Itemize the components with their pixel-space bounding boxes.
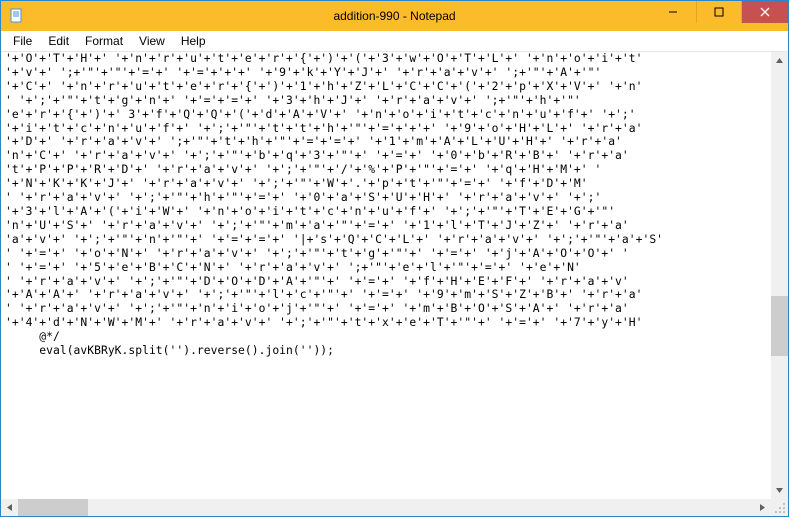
notepad-window: addition-990 - Notepad File Edit Format … <box>0 0 789 517</box>
scroll-left-button[interactable] <box>1 499 18 516</box>
resize-corner[interactable] <box>771 499 788 516</box>
title-bar[interactable]: addition-990 - Notepad <box>1 1 788 31</box>
window-controls <box>650 1 788 23</box>
minimize-button[interactable] <box>650 1 696 23</box>
text-editor[interactable]: '+'O'+'T'+'H'+' '+'n'+'r'+'u'+'t'+'e'+'r… <box>1 52 788 516</box>
maximize-button[interactable] <box>696 1 742 23</box>
vertical-scroll-track[interactable] <box>771 69 788 482</box>
vertical-scroll-thumb[interactable] <box>771 296 788 356</box>
menu-edit[interactable]: Edit <box>40 32 77 50</box>
menu-format[interactable]: Format <box>77 32 131 50</box>
editor-area: '+'O'+'T'+'H'+' '+'n'+'r'+'u'+'t'+'e'+'r… <box>1 52 788 516</box>
chevron-down-icon <box>775 486 784 495</box>
scroll-up-button[interactable] <box>771 52 788 69</box>
menu-bar: File Edit Format View Help <box>1 31 788 52</box>
minimize-icon <box>668 7 678 17</box>
horizontal-scrollbar[interactable] <box>1 499 771 516</box>
menu-file[interactable]: File <box>5 32 40 50</box>
close-icon <box>760 7 770 17</box>
resize-grip-icon <box>774 502 786 514</box>
close-button[interactable] <box>742 1 788 23</box>
horizontal-scroll-track[interactable] <box>18 499 754 516</box>
maximize-icon <box>714 7 724 17</box>
menu-view[interactable]: View <box>131 32 173 50</box>
app-icon <box>9 8 25 24</box>
chevron-right-icon <box>758 503 767 512</box>
chevron-left-icon <box>5 503 14 512</box>
menu-help[interactable]: Help <box>173 32 214 50</box>
scroll-down-button[interactable] <box>771 482 788 499</box>
chevron-up-icon <box>775 56 784 65</box>
horizontal-scroll-thumb[interactable] <box>18 499 88 516</box>
scroll-right-button[interactable] <box>754 499 771 516</box>
vertical-scrollbar[interactable] <box>771 52 788 499</box>
